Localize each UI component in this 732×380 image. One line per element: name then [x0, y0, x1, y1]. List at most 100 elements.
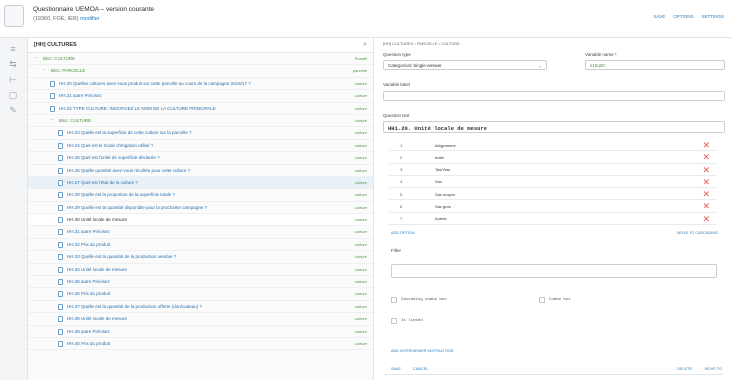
combo-box-checkbox[interactable] — [539, 297, 545, 303]
answer-code[interactable]: 6 — [400, 204, 402, 209]
answer-code[interactable]: 5 — [400, 192, 402, 197]
tree-question-row[interactable]: HH.20 Quelles cultures avez-vous produit… — [28, 78, 373, 91]
filter-field[interactable] — [391, 264, 717, 278]
tree-rows: − Bloc: CULTURE Rosafil − Bloc: PARCELLE parc… — [28, 53, 373, 351]
tree-question-row[interactable]: HH.21 autre Précisez culture — [28, 90, 373, 103]
move-to-cascading-link[interactable]: Move to cascading — [677, 231, 718, 235]
tree-question-row[interactable]: HH.23 Quelle est la superficie de cette … — [28, 127, 373, 140]
tree-row-roster-tag: culture — [354, 167, 367, 173]
add-option-link[interactable]: Add option — [391, 231, 415, 235]
delete-option-icon[interactable]: ✕ — [702, 189, 710, 199]
header-action-settings[interactable]: Settings — [701, 14, 724, 19]
answer-option-row[interactable]: 4 Sac ✕ — [389, 176, 716, 189]
answer-code[interactable]: 3 — [400, 167, 402, 172]
delete-option-icon[interactable]: ✕ — [702, 165, 710, 175]
app-logo[interactable] — [4, 5, 24, 27]
tree-row-label: HH.21 autre Précisez — [59, 93, 102, 99]
collapse-toggle-icon[interactable]: − — [50, 117, 53, 123]
question-icon — [58, 155, 63, 162]
tree-question-row[interactable]: HH.39 autre Précisez culture — [28, 326, 373, 338]
collapse-toggle-icon[interactable]: − — [34, 55, 37, 61]
tree-question-row[interactable]: HH.35 autre Précisez culture — [28, 276, 373, 289]
answer-option-row[interactable]: 6 Sac gros ✕ — [389, 200, 716, 213]
tree-question-row[interactable]: HH.27 Quel est l'état de la culture ? cul… — [28, 176, 373, 190]
question-icon — [58, 179, 63, 186]
cancel-button[interactable]: Cancel — [413, 367, 428, 371]
answer-code[interactable]: 4 — [400, 179, 402, 184]
branch-icon[interactable]: ⊢ — [7, 75, 19, 85]
tree-row-roster-tag: culture — [354, 93, 367, 99]
question-text-field[interactable]: HH1.20. Unité locale de mesure — [383, 121, 725, 133]
question-type-value: Categorical: Single-answer — [388, 63, 442, 68]
delete-option-icon[interactable]: ✕ — [702, 177, 710, 187]
tree-question-row[interactable]: HH.22 TYPE CULTURE: INSCRIVEZ LE NOM DE … — [28, 103, 373, 115]
page-icon[interactable]: ▢ — [7, 90, 19, 100]
tree-question-row[interactable]: HH.33 Quelle est la quantité de la produ… — [28, 251, 373, 264]
tree-block-row[interactable]: − Bloc: CULTURE Rosafil — [28, 53, 373, 66]
answer-option-row[interactable]: 5 Sac moyen ✕ — [389, 188, 716, 201]
tree-block-row[interactable]: − Bloc: CULTURE culture — [28, 115, 373, 128]
header-action-save[interactable]: Save — [654, 14, 666, 19]
tree-row-roster-tag: culture — [354, 179, 367, 185]
tree-question-row[interactable]: HH.24 Quel est le mode d'irrigation util… — [28, 140, 373, 153]
collapse-toggle-icon[interactable]: − — [42, 67, 45, 73]
tree-question-row[interactable]: HH.37 Quelle est la quantité de la produ… — [28, 301, 373, 314]
answer-code[interactable]: 1 — [400, 143, 402, 148]
tree-question-row[interactable]: HH.28 Quelle est la proportion de la sup… — [28, 189, 373, 202]
tree-row-label: HH.36 Prix du produit — [67, 291, 111, 297]
delete-option-icon[interactable]: ✕ — [702, 214, 710, 224]
answer-text[interactable]: botte — [435, 155, 444, 160]
tree-question-row[interactable]: HH.38 Unité locale de mesure culture — [28, 313, 373, 326]
answer-code[interactable]: 2 — [400, 155, 402, 160]
tree-row-label: Bloc: CULTURE — [59, 117, 92, 123]
delete-button[interactable]: Delete — [677, 367, 692, 371]
variable-name-field[interactable]: s10q20 — [585, 60, 725, 70]
tree-row-label: HH.35 autre Précisez — [67, 279, 110, 285]
questionnaire-subtitle: (19360, FOE, IER) modifier — [33, 16, 154, 22]
question-type-select[interactable]: Categorical: Single-answer ⌄ — [383, 60, 547, 70]
tree-question-row[interactable]: HH.30 Unité locale de mesure culture — [28, 214, 373, 227]
list-icon[interactable]: ≡ — [7, 44, 19, 54]
answer-text[interactable]: Sac gros — [435, 204, 451, 209]
header-action-options[interactable]: Options — [673, 14, 693, 19]
app-header: Questionnaire UEMOA – version courante (… — [0, 0, 732, 38]
question-type-label: Question type — [383, 52, 411, 57]
tree-block-row[interactable]: − Bloc: PARCELLE parcelle — [28, 65, 373, 78]
tree-question-row[interactable]: HH.26 Quelle quantité avez-vous récoltée… — [28, 165, 373, 177]
tree-question-row[interactable]: HH.31 autre Précisez culture — [28, 226, 373, 239]
answer-text[interactable]: Sac moyen — [435, 192, 455, 197]
tree-question-row[interactable]: HH.34 Unité locale de mesure culture — [28, 264, 373, 277]
variable-name-label: Variable name * — [585, 52, 617, 57]
delete-option-icon[interactable]: ✕ — [702, 201, 710, 211]
answer-text[interactable]: Tas/Vrac — [435, 167, 450, 172]
answer-option-row[interactable]: 2 botte ✕ — [389, 151, 716, 164]
tree-row-roster-tag: culture — [354, 80, 367, 86]
pencil-icon[interactable]: ✎ — [7, 105, 19, 115]
answer-text[interactable]: Autres — [435, 216, 447, 221]
add-instruction-link[interactable]: Add interviewer instruction — [391, 349, 453, 353]
answer-option-row[interactable]: 1 kilogramme ✕ — [389, 139, 716, 152]
question-icon — [58, 229, 63, 236]
search-icon[interactable]: ⌕ — [363, 41, 367, 49]
is-linked-checkbox[interactable] — [391, 318, 397, 324]
answer-option-row[interactable]: 7 Autres ✕ — [389, 213, 716, 226]
cascading-combo-checkbox[interactable] — [391, 297, 397, 303]
delete-option-icon[interactable]: ✕ — [702, 152, 710, 162]
answer-text[interactable]: kilogramme — [435, 143, 456, 148]
tree-question-row[interactable]: HH.29 Quelle est la quantité disponible … — [28, 202, 373, 215]
tree-question-row[interactable]: HH.32 Prix du produit culture — [28, 239, 373, 252]
answer-text[interactable]: Sac — [435, 179, 442, 184]
answer-option-row[interactable]: 3 Tas/Vrac ✕ — [389, 164, 716, 176]
save-button[interactable]: Save — [391, 367, 401, 371]
tree-question-row[interactable]: HH.36 Prix du produit culture — [28, 288, 373, 301]
tree-icon[interactable]: ⇆ — [7, 59, 19, 69]
answer-code[interactable]: 7 — [400, 216, 402, 221]
edit-metadata-link[interactable]: modifier — [80, 16, 100, 22]
breadcrumb[interactable]: [HH] CULTURES › PARCELLE › CULTURE — [383, 41, 460, 46]
tree-question-row[interactable]: HH.40 Prix du produit culture — [28, 338, 373, 351]
move-to-button[interactable]: Move to — [705, 367, 722, 371]
tree-question-row[interactable]: HH.25 Quel est l'unité de superficie déc… — [28, 152, 373, 165]
answer-options-table: 1 kilogramme ✕ 2 botte ✕ 3 Tas/Vrac ✕ 4 Sac ✕ 5 Sac m… — [389, 139, 716, 226]
delete-option-icon[interactable]: ✕ — [702, 140, 710, 150]
variable-label-field[interactable] — [383, 91, 725, 101]
